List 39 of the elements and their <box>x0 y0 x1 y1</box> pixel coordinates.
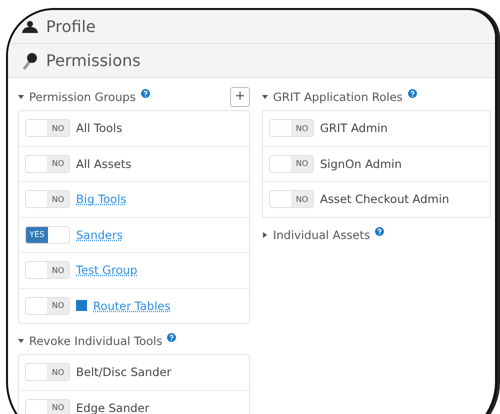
permission-label: SignOn Admin <box>320 156 402 171</box>
toggle-switch[interactable]: NO <box>269 119 314 138</box>
section-title: GRIT Application Roles <box>273 90 403 104</box>
toggle-switch[interactable]: NO <box>25 154 70 173</box>
person-icon <box>22 20 38 32</box>
expand-triangle-icon[interactable] <box>262 232 268 238</box>
toggle-switch[interactable]: NO <box>25 261 70 280</box>
collapse-triangle-icon[interactable] <box>18 94 24 100</box>
toggle-switch[interactable]: NO <box>25 363 70 382</box>
permission-label: Asset Checkout Admin <box>320 192 450 206</box>
toggle-switch[interactable]: NO <box>269 190 314 208</box>
permission-label: Belt/Disc Sander <box>76 365 172 380</box>
permission-label: Edge Sander <box>76 400 150 414</box>
permission-label: GRIT Admin <box>320 121 388 136</box>
toggle-switch[interactable]: NO <box>25 119 70 138</box>
group-link[interactable]: Router Tables <box>93 298 170 313</box>
toggle-switch[interactable]: NO <box>269 154 314 173</box>
key-icon <box>22 52 38 70</box>
help-icon[interactable] <box>375 226 384 236</box>
section-title: Revoke Individual Tools <box>29 334 162 348</box>
section-title: Permission Groups <box>29 90 136 104</box>
toggle-switch[interactable]: NO <box>25 190 70 208</box>
help-icon[interactable] <box>140 89 150 98</box>
help-icon[interactable] <box>167 333 176 342</box>
toggle-switch[interactable]: YES <box>25 226 70 244</box>
group-link[interactable]: Big Tools <box>76 192 126 206</box>
collapse-triangle-icon[interactable] <box>18 338 24 344</box>
toggle-switch[interactable]: NO <box>25 296 70 315</box>
help-icon[interactable] <box>408 89 417 98</box>
permission-label: All Tools <box>76 121 122 136</box>
toggle-switch[interactable]: NO <box>25 398 70 414</box>
group-link[interactable]: Test Group <box>76 263 138 278</box>
section-title: Individual Assets <box>273 228 370 242</box>
panel-header[interactable]: Profile <box>8 10 495 44</box>
group-link[interactable]: Sanders <box>76 228 123 242</box>
panel-header[interactable]: Permissions <box>8 44 495 78</box>
permission-label: All Assets <box>76 156 132 171</box>
add-button[interactable]: + <box>230 87 250 107</box>
collapse-triangle-icon[interactable] <box>262 94 268 100</box>
